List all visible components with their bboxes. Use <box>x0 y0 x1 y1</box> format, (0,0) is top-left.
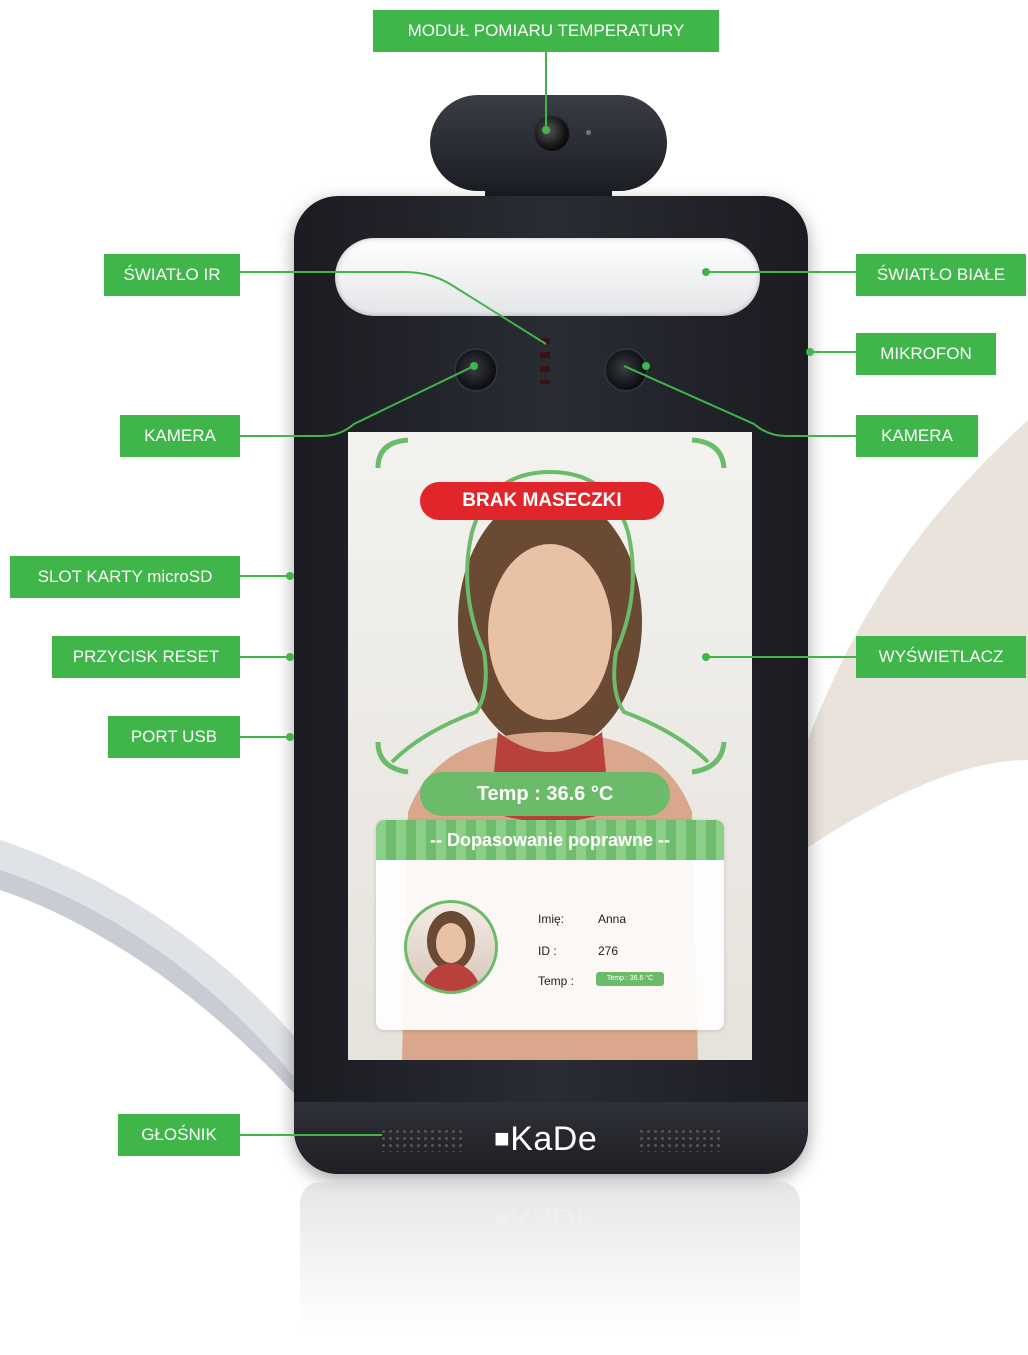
callout-white-light: ŚWIATŁO BIAŁE <box>856 254 1026 296</box>
callout-display: WYŚWIETLACZ <box>856 636 1026 678</box>
callout-camera-left: KAMERA <box>120 415 240 457</box>
callout-temperature-module: MODUŁ POMIARU TEMPERATURY <box>373 10 719 52</box>
callout-microsd-slot: SLOT KARTY microSD <box>10 556 240 598</box>
callout-ir-light: ŚWIATŁO IR <box>104 254 240 296</box>
callout-microphone: MIKROFON <box>856 333 996 375</box>
callout-speaker: GŁOŚNIK <box>118 1114 240 1156</box>
callout-usb-port: PORT USB <box>108 716 240 758</box>
callout-reset-button: PRZYCISK RESET <box>52 636 240 678</box>
callout-camera-right: KAMERA <box>856 415 978 457</box>
